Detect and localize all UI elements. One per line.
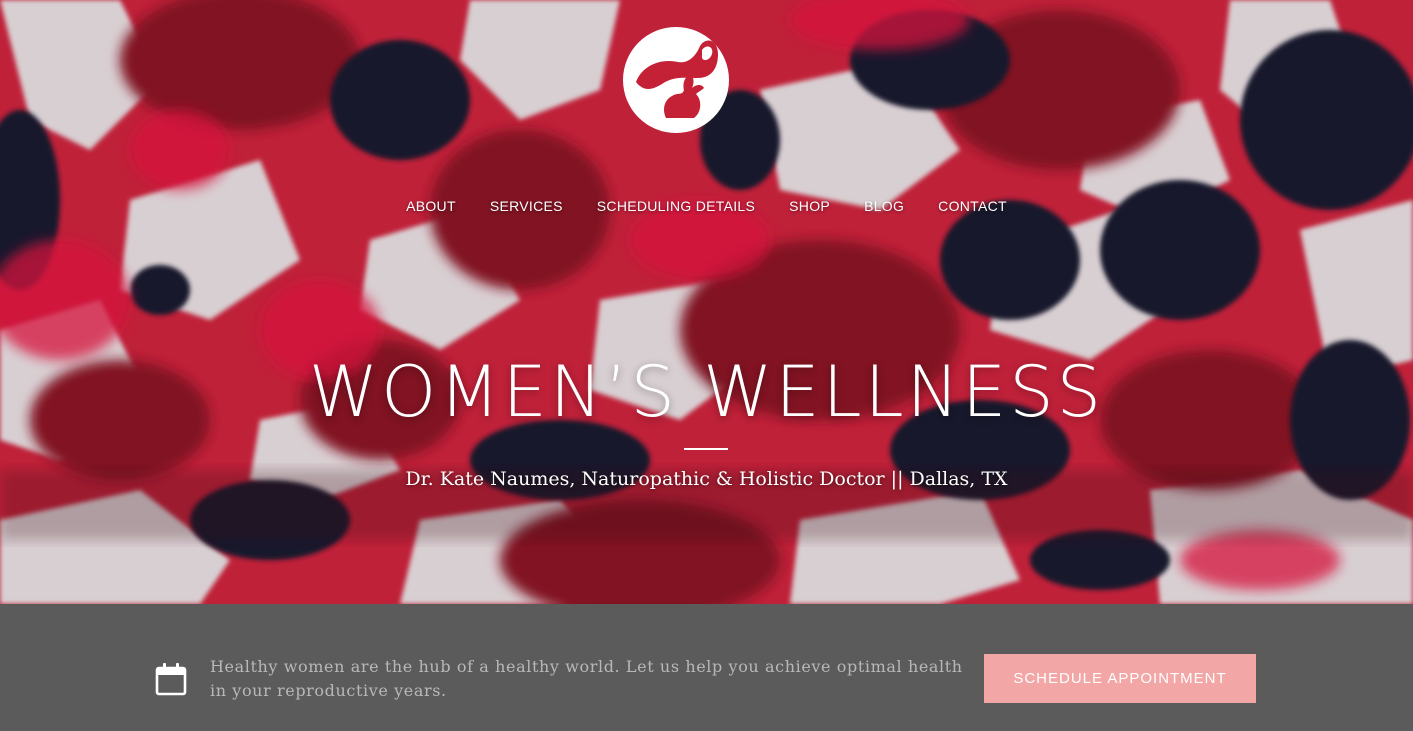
calendar-icon [155,663,187,696]
hero-section: ABOUT SERVICES SCHEDULING DETAILS SHOP B… [0,0,1413,604]
nav-scheduling-details[interactable]: SCHEDULING DETAILS [597,198,755,214]
nav-blog[interactable]: BLOG [864,198,904,214]
nav-services[interactable]: SERVICES [490,198,563,214]
appointment-banner: Healthy women are the hub of a healthy w… [0,604,1413,731]
nav-contact[interactable]: CONTACT [938,198,1007,214]
nav-shop[interactable]: SHOP [789,198,830,214]
title-divider [684,448,728,450]
hero-subtitle: Dr. Kate Naumes, Naturopathic & Holistic… [405,468,1008,490]
rabbit-logo-icon[interactable] [622,26,730,134]
nav-about[interactable]: ABOUT [406,198,456,214]
banner-text: Healthy women are the hub of a healthy w… [210,657,963,700]
main-navigation: ABOUT SERVICES SCHEDULING DETAILS SHOP B… [0,198,1413,214]
hero-title: WOMEN’S WELLNESS [308,351,1105,433]
schedule-appointment-button[interactable]: SCHEDULE APPOINTMENT [984,654,1256,703]
